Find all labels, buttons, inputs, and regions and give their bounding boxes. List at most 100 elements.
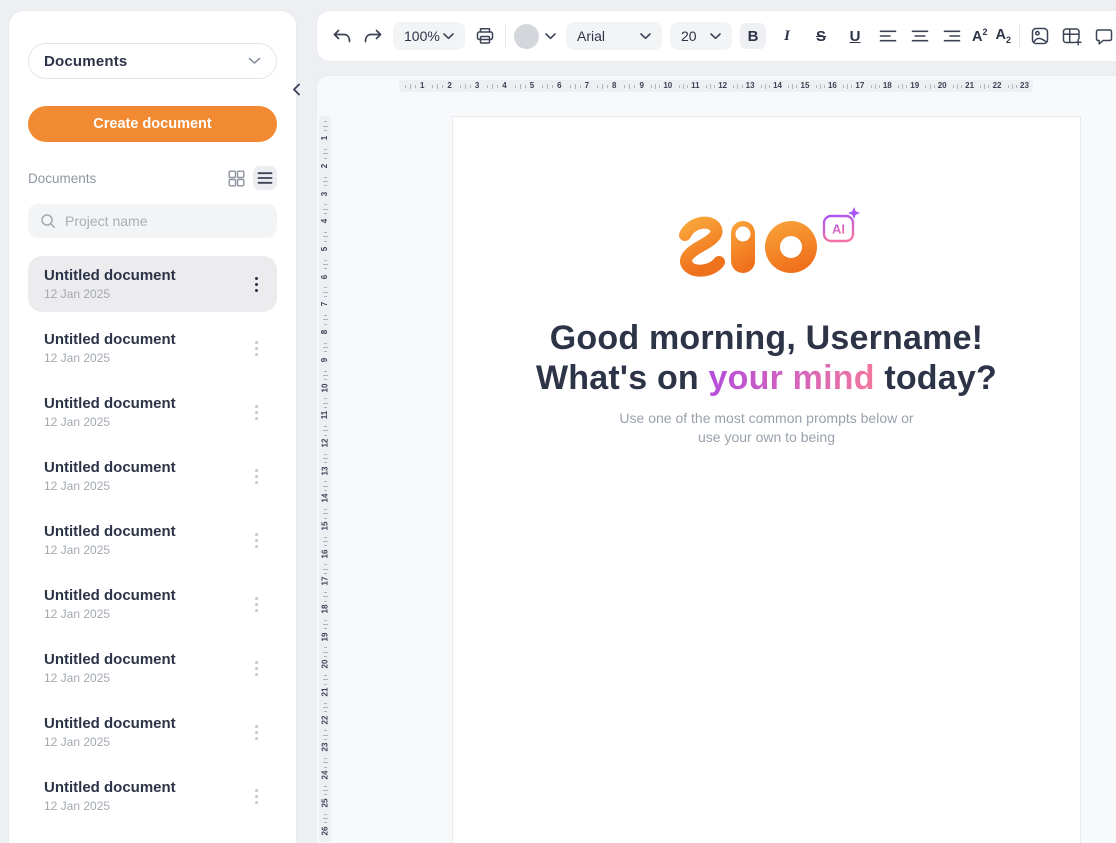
document-title: Untitled document — [44, 395, 245, 412]
insert-image-icon — [1030, 26, 1050, 46]
document-list-item[interactable]: Untitled document 12 Jan 2025 — [28, 448, 277, 504]
align-left-icon — [879, 29, 897, 43]
greeting-line2-suffix: today? — [875, 359, 997, 397]
document-title: Untitled document — [44, 267, 245, 284]
document-info: Untitled document 12 Jan 2025 — [44, 331, 245, 365]
superscript-button[interactable]: A2 — [972, 27, 988, 45]
insert-table-button[interactable] — [1060, 23, 1084, 49]
subscript-button[interactable]: A2 — [996, 27, 1012, 45]
document-date: 12 Jan 2025 — [44, 351, 245, 365]
font-size-value: 20 — [681, 28, 697, 44]
document-menu-button[interactable] — [245, 523, 267, 557]
sidebar: Documents Create document Documents — [8, 10, 297, 843]
undo-button[interactable] — [329, 23, 353, 49]
document-date: 12 Jan 2025 — [44, 415, 245, 429]
document-list-item[interactable]: Untitled document 12 Jan 2025 — [28, 320, 277, 376]
zio-logo: AI — [673, 207, 861, 290]
document-info: Untitled document 12 Jan 2025 — [44, 779, 245, 813]
align-right-button[interactable] — [940, 23, 964, 49]
workspace-selector[interactable]: Documents — [28, 43, 277, 79]
chevron-down-icon — [545, 33, 556, 40]
grid-view-button[interactable] — [224, 166, 248, 190]
align-left-button[interactable] — [876, 23, 900, 49]
bold-button[interactable]: B — [740, 23, 766, 49]
document-date: 12 Jan 2025 — [44, 607, 245, 621]
document-menu-button[interactable] — [245, 331, 267, 365]
italic-button[interactable]: I — [774, 23, 800, 49]
grid-view-icon — [228, 170, 245, 187]
insert-image-button[interactable] — [1028, 23, 1052, 49]
document-date: 12 Jan 2025 — [44, 671, 245, 685]
document-title: Untitled document — [44, 523, 245, 540]
document-menu-button[interactable] — [245, 715, 267, 749]
document-menu-button[interactable] — [245, 651, 267, 685]
ai-badge: AI — [824, 207, 860, 241]
comments-icon — [1094, 27, 1114, 46]
document-menu-button[interactable] — [245, 267, 267, 301]
print-icon — [475, 26, 495, 46]
align-right-icon — [943, 29, 961, 43]
text-color-picker[interactable] — [514, 24, 556, 49]
comments-button[interactable] — [1092, 23, 1116, 49]
document-info: Untitled document 12 Jan 2025 — [44, 395, 245, 429]
workspace-selector-label: Documents — [44, 53, 127, 70]
insert-table-icon — [1061, 26, 1083, 47]
zoom-select[interactable]: 100% — [393, 22, 465, 50]
document-list-item[interactable]: Untitled document 12 Jan 2025 — [28, 384, 277, 440]
document-list-item[interactable]: Untitled document 12 Jan 2025 — [28, 576, 277, 632]
logo-letter-o — [765, 221, 817, 273]
search-icon — [40, 213, 56, 229]
document-title: Untitled document — [44, 459, 245, 476]
document-info: Untitled document 12 Jan 2025 — [44, 459, 245, 493]
chevron-down-icon — [710, 33, 721, 40]
greeting-line1: Good morning, Username! — [550, 319, 983, 357]
chevron-down-icon — [640, 33, 651, 40]
chevron-left-icon — [292, 83, 301, 96]
create-document-button[interactable]: Create document — [28, 106, 277, 142]
document-menu-button[interactable] — [245, 779, 267, 813]
document-list-item[interactable]: Untitled document 12 Jan 2025 — [28, 512, 277, 568]
font-size-select[interactable]: 20 — [670, 22, 732, 50]
document-date: 12 Jan 2025 — [44, 287, 245, 301]
document-info: Untitled document 12 Jan 2025 — [44, 523, 245, 557]
document-list-item[interactable]: Untitled document 12 Jan 2025 — [28, 704, 277, 760]
undo-icon — [331, 28, 352, 45]
app-window: Documents Create document Documents — [0, 0, 1116, 843]
search-input[interactable] — [65, 213, 265, 229]
font-family-select[interactable]: Arial — [566, 22, 662, 50]
document-date: 12 Jan 2025 — [44, 479, 245, 493]
document-list-item[interactable]: Untitled document 12 Jan 2025 — [28, 768, 277, 824]
horizontal-ruler[interactable]: 1234567891011121314151617181920212223 — [399, 80, 1033, 92]
text-color-swatch — [514, 24, 539, 49]
subtitle-line1: Use one of the most common prompts below… — [453, 409, 1080, 428]
document-title: Untitled document — [44, 779, 245, 796]
document-title: Untitled document — [44, 715, 245, 732]
document-page[interactable]: AI Good morning, Username! What's on you… — [452, 116, 1081, 843]
font-family-value: Arial — [577, 28, 605, 44]
greeting-line2-prefix: What's on — [536, 359, 709, 397]
greeting-highlight: your mind — [709, 359, 875, 397]
subtitle-line2: use your own to being — [453, 428, 1080, 447]
document-menu-button[interactable] — [245, 395, 267, 429]
logo-letter-z — [685, 223, 719, 271]
document-info: Untitled document 12 Jan 2025 — [44, 715, 245, 749]
document-menu-button[interactable] — [245, 587, 267, 621]
document-menu-button[interactable] — [245, 459, 267, 493]
align-center-button[interactable] — [908, 23, 932, 49]
list-view-button[interactable] — [253, 166, 277, 190]
document-list-item[interactable]: Untitled document 12 Jan 2025 — [28, 640, 277, 696]
strikethrough-button[interactable]: S — [808, 23, 834, 49]
document-date: 12 Jan 2025 — [44, 735, 245, 749]
document-info: Untitled document 12 Jan 2025 — [44, 587, 245, 621]
greeting-subtitle: Use one of the most common prompts below… — [453, 409, 1080, 447]
print-button[interactable] — [473, 23, 497, 49]
redo-button[interactable] — [361, 23, 385, 49]
document-title: Untitled document — [44, 587, 245, 604]
document-list-item[interactable]: Untitled document 12 Jan 2025 — [28, 256, 277, 312]
underline-button[interactable]: U — [842, 23, 868, 49]
vertical-ruler[interactable]: 1234567891011121314151617181920212223242… — [319, 116, 331, 842]
sidebar-collapse-button[interactable] — [288, 80, 305, 98]
toolbar-divider — [505, 24, 506, 48]
view-toggle — [224, 166, 277, 190]
logo-letter-i — [731, 221, 755, 273]
